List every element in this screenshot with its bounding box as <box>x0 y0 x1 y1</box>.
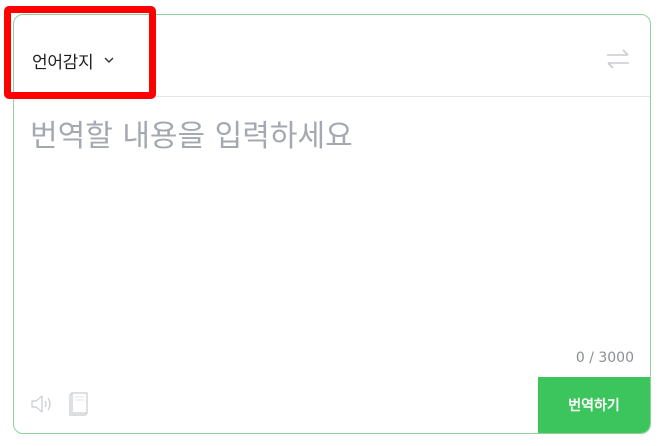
source-language-label: 언어감지 <box>32 52 94 73</box>
character-counter: 0 / 3000 <box>575 350 634 366</box>
language-bar: 언어감지 <box>14 15 650 97</box>
source-text-input[interactable] <box>30 111 630 351</box>
book-icon[interactable] <box>67 391 91 417</box>
translator-widget: 언어감지 0 / 3000 번역하기 <box>0 0 667 446</box>
source-language-dropdown[interactable]: 언어감지 <box>32 45 115 75</box>
speaker-icon[interactable] <box>29 393 55 415</box>
chevron-down-icon <box>104 57 114 63</box>
translate-button[interactable]: 번역하기 <box>538 377 650 433</box>
source-panel: 언어감지 0 / 3000 번역하기 <box>13 14 651 434</box>
swap-arrows-icon[interactable] <box>604 47 632 71</box>
